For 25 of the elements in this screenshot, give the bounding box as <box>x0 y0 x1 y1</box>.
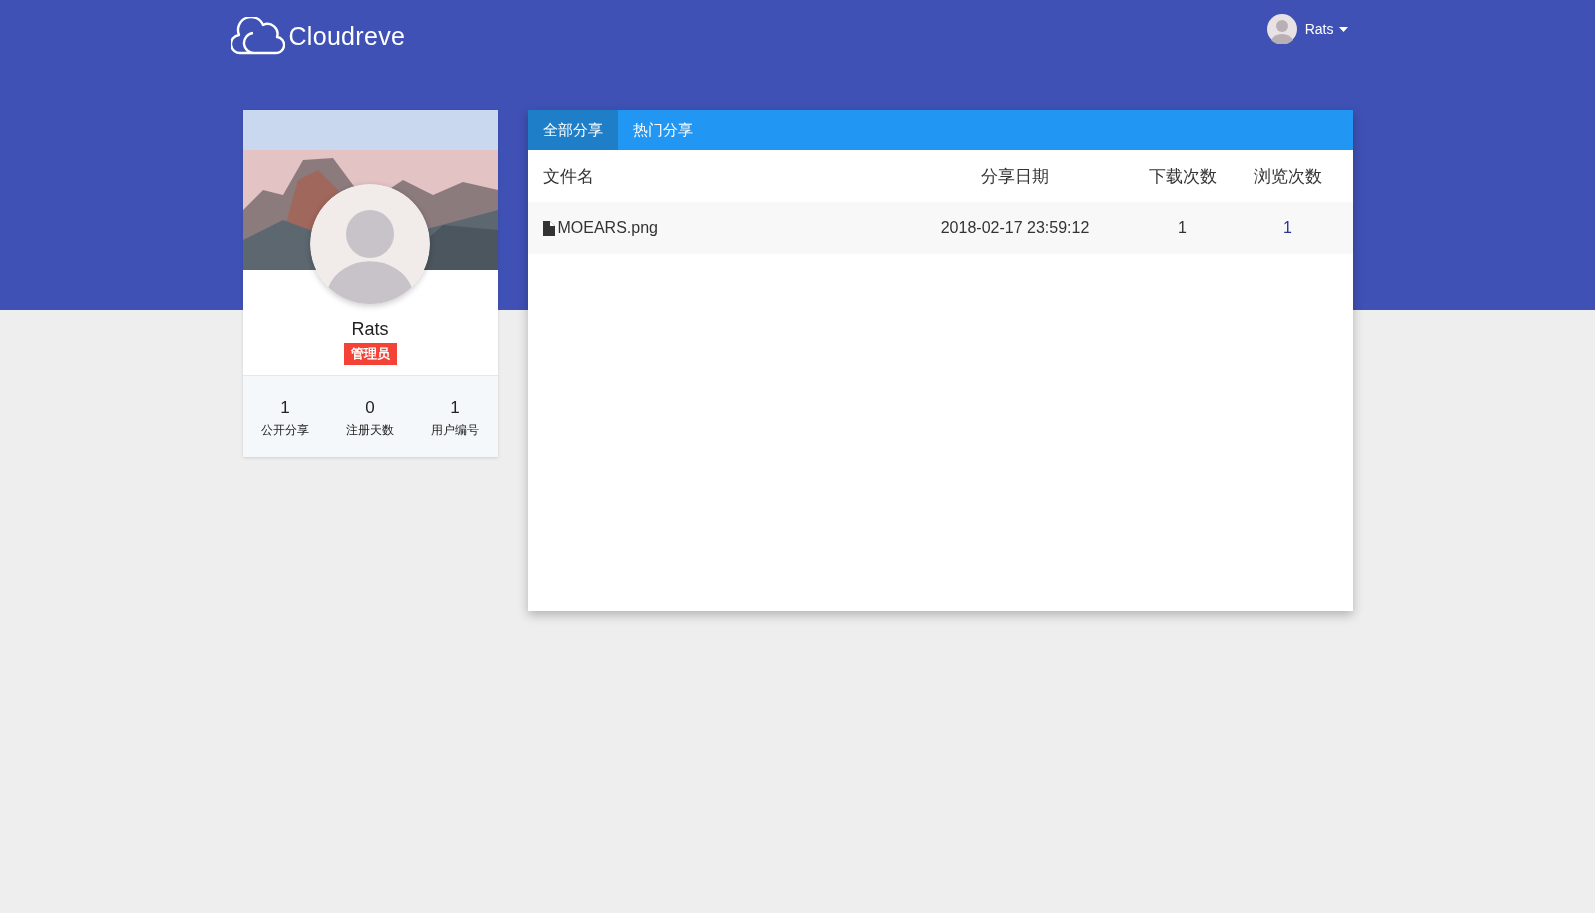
file-name-link[interactable]: MOEARS.png <box>557 219 658 237</box>
caret-icon <box>1338 26 1348 32</box>
file-icon <box>542 220 555 236</box>
tab[interactable]: 全部分享 <box>527 110 618 150</box>
stat-value: 1 <box>280 398 290 418</box>
column-header: 分享日期 <box>980 165 1050 188</box>
stat-label: 公开分享 <box>261 422 309 439</box>
role-badge: 管理员 <box>343 343 397 365</box>
table-cell-text: 1 <box>1177 219 1188 237</box>
table-cell-text: 1 <box>1282 219 1293 237</box>
cloud-logo-icon <box>230 17 285 55</box>
table-cell-text: 2018-02-17 23:59:12 <box>939 219 1091 237</box>
column-header: 文件名 <box>542 165 595 188</box>
logo-text: Cloudreve <box>288 21 406 51</box>
table-row[interactable]: MOEARS.png 2018-02-17 23:59:12 1 1 <box>527 202 1353 254</box>
avatar-icon <box>1266 14 1297 44</box>
column-header: 下载次数 <box>1147 165 1218 188</box>
stat-label: 用户编号 <box>431 422 479 439</box>
user-name: Rats <box>350 318 390 340</box>
stat-label: 注册天数 <box>346 422 394 439</box>
user-menu[interactable]: Rats <box>1266 11 1353 47</box>
stat-value: 0 <box>365 398 375 418</box>
avatar-icon <box>309 184 430 304</box>
stat-value: 1 <box>450 398 460 418</box>
column-header: 浏览次数 <box>1252 165 1323 188</box>
